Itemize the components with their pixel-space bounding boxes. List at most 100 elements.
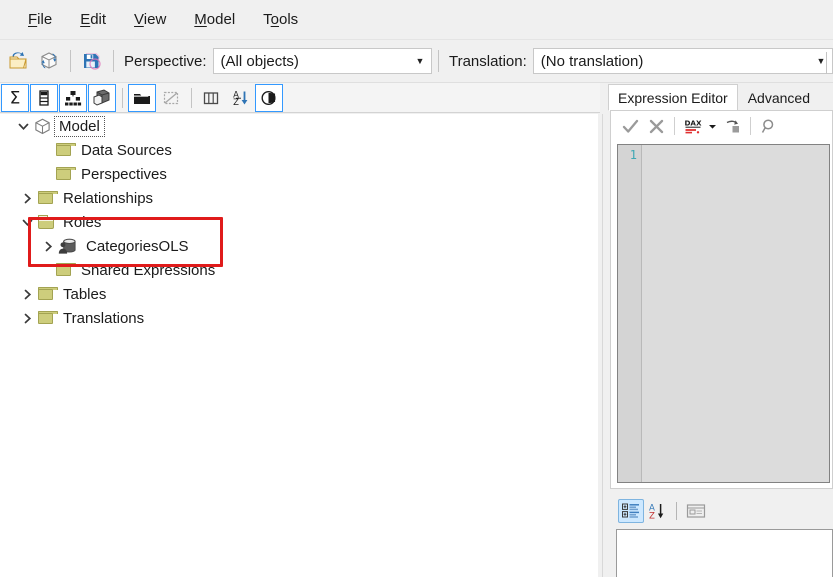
translation-value: (No translation) <box>540 52 644 70</box>
hidden-objects-icon[interactable] <box>157 84 185 112</box>
tree-item-label: Shared Expressions <box>81 261 216 279</box>
save-icon[interactable] <box>77 46 107 76</box>
toolbar-separator <box>122 87 123 108</box>
menu-file[interactable]: FFileile <box>14 7 66 32</box>
expression-editor-box: DAX 1 <box>610 110 833 489</box>
model-tree-panel[interactable]: Model Data Sources Perspectives Relation… <box>0 114 598 577</box>
sort-alpha-icon[interactable]: A Z <box>226 84 254 112</box>
tree-item-label: Model <box>54 115 105 137</box>
partitions-icon[interactable] <box>255 83 283 112</box>
search-icon[interactable] <box>756 113 782 139</box>
tree-item-tables[interactable]: Tables <box>0 282 598 306</box>
role-icon <box>57 234 81 258</box>
tree-item-label: CategoriesOLS <box>86 237 189 255</box>
svg-text:DAX: DAX <box>684 118 702 127</box>
dax-format-icon[interactable]: DAX <box>680 113 706 139</box>
measures-sigma-icon[interactable]: Σ <box>1 83 29 112</box>
chevron-down-icon[interactable] <box>14 114 32 138</box>
categorized-view-icon[interactable] <box>618 499 644 523</box>
tree-item-label: Tables <box>63 285 107 303</box>
hierarchies-icon[interactable] <box>59 83 87 112</box>
main-toolbar: Perspective: (All objects) ▼ Translation… <box>0 40 833 83</box>
refresh-model-icon[interactable] <box>34 46 64 76</box>
folder-icon <box>54 138 76 162</box>
tree-item-roles[interactable]: Roles <box>0 210 598 234</box>
dax-code-editor[interactable]: 1 <box>617 144 830 483</box>
tree-item-label: Translations <box>63 309 145 327</box>
chevron-down-icon[interactable] <box>18 210 36 234</box>
panel-splitter[interactable] <box>598 114 608 577</box>
editor-tabstrip: Expression Editor Advanced <box>608 83 833 111</box>
folder-open-icon <box>36 210 58 234</box>
folder-icon <box>36 282 58 306</box>
toolbar-separator <box>674 117 675 135</box>
application-window: FFileile Edit View Model Tools <box>0 0 833 577</box>
tree-item-translations[interactable]: Translations <box>0 306 598 330</box>
menu-view[interactable]: View <box>120 7 180 32</box>
accept-check-icon[interactable] <box>617 113 643 139</box>
expression-editor-toolbar: DAX <box>611 111 832 141</box>
model-cube-icon <box>32 114 54 138</box>
tree-item-perspectives[interactable]: Perspectives <box>0 162 598 186</box>
folder-icon <box>54 162 76 186</box>
tree-item-label: Relationships <box>63 189 154 207</box>
tree-item-model[interactable]: Model <box>0 114 598 138</box>
translation-dropdown[interactable]: (No translation) ▼ <box>532 48 833 74</box>
tree-item-shared-expressions[interactable]: Shared Expressions <box>0 258 598 282</box>
tab-advanced[interactable]: Advanced <box>737 85 820 111</box>
folder-icon <box>36 186 58 210</box>
folder-icon <box>54 258 76 282</box>
line-number-gutter: 1 <box>618 145 642 482</box>
chevron-down-icon: ▼ <box>415 56 425 66</box>
folder-icon <box>36 306 58 330</box>
perspective-value: (All objects) <box>220 52 299 70</box>
view-toolbar: Σ A Z <box>0 83 600 113</box>
line-number: 1 <box>629 148 637 162</box>
svg-text:Z: Z <box>649 511 655 520</box>
expander-placeholder <box>36 258 54 282</box>
toolbar-separator <box>750 117 751 135</box>
expand-expression-icon[interactable] <box>719 113 745 139</box>
perspective-label: Perspective: <box>124 52 207 70</box>
menu-edit[interactable]: Edit <box>66 7 120 32</box>
columns-list-icon[interactable] <box>30 83 58 112</box>
svg-text:Z: Z <box>233 98 239 108</box>
svg-text:Σ: Σ <box>10 88 21 108</box>
menu-model[interactable]: Model <box>180 7 249 32</box>
expression-editor-pane: Expression Editor Advanced DAX 1 A Z <box>608 83 833 577</box>
properties-grid[interactable] <box>616 529 833 577</box>
toolbar-separator <box>113 50 114 72</box>
tree-item-categoriesols[interactable]: CategoriesOLS <box>0 234 598 258</box>
property-pages-icon[interactable] <box>683 499 709 523</box>
expander-placeholder <box>36 162 54 186</box>
chevron-right-icon[interactable] <box>39 234 57 258</box>
cube-objects-icon[interactable] <box>88 83 116 112</box>
tree-item-relationships[interactable]: Relationships <box>0 186 598 210</box>
open-file-icon[interactable] <box>4 46 34 76</box>
menu-tools[interactable]: Tools <box>249 7 312 32</box>
tree-item-label: Data Sources <box>81 141 172 159</box>
tab-label: Advanced <box>747 90 810 106</box>
dax-format-dropdown-icon[interactable] <box>706 113 719 139</box>
toolbar-separator <box>826 52 827 74</box>
tab-expression-editor[interactable]: Expression Editor <box>608 84 738 111</box>
tree-item-data-sources[interactable]: Data Sources <box>0 138 598 162</box>
chevron-right-icon[interactable] <box>18 306 36 330</box>
toolbar-separator <box>437 50 439 72</box>
toolbar-separator <box>70 50 71 72</box>
chevron-down-icon: ▼ <box>816 56 826 66</box>
toolbar-separator <box>191 87 192 108</box>
display-folders-icon[interactable] <box>128 83 156 112</box>
expander-placeholder <box>36 138 54 162</box>
perspective-dropdown[interactable]: (All objects) ▼ <box>212 48 432 74</box>
code-text-area[interactable] <box>642 145 829 482</box>
translation-label: Translation: <box>448 52 527 70</box>
columns-view-icon[interactable] <box>197 84 225 112</box>
tree-item-label: Perspectives <box>81 165 167 183</box>
cancel-x-icon[interactable] <box>643 113 669 139</box>
chevron-right-icon[interactable] <box>18 282 36 306</box>
menu-bar: FFileile Edit View Model Tools <box>0 0 833 40</box>
chevron-right-icon[interactable] <box>18 186 36 210</box>
alphabetical-sort-icon[interactable]: A Z <box>644 499 670 523</box>
tab-label: Expression Editor <box>618 89 728 106</box>
